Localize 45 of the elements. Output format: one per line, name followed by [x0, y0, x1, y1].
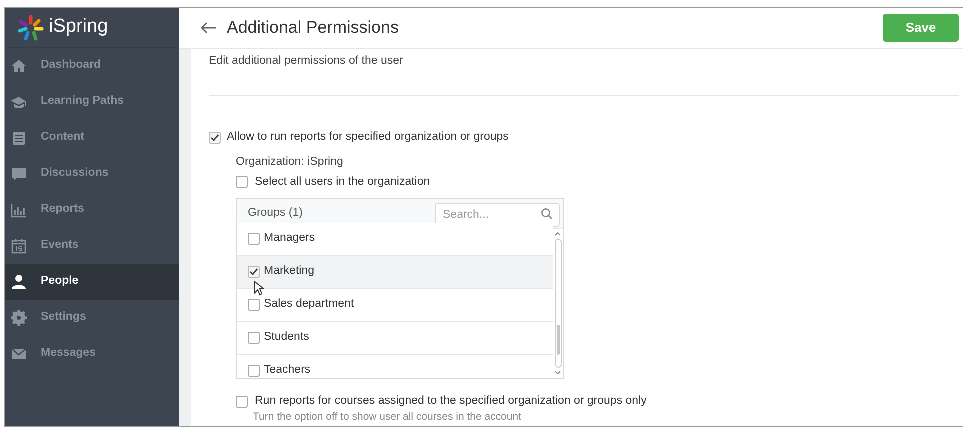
checkbox[interactable] — [236, 176, 248, 188]
chat-icon — [11, 166, 27, 182]
nav-item[interactable]: Messages — [5, 336, 179, 372]
nav-item[interactable]: People — [5, 264, 179, 300]
group-row[interactable]: Marketing — [237, 256, 553, 289]
back-arrow-icon[interactable] — [201, 22, 217, 34]
bar-chart-icon — [11, 202, 27, 218]
checkbox-label: Select all users in the organization — [255, 174, 430, 190]
checkbox-label: Run reports for courses assigned to the specified organization or groups only — [255, 394, 647, 409]
checkbox[interactable] — [209, 132, 221, 144]
group-row[interactable]: Managers — [237, 223, 553, 256]
scroll-down-icon[interactable] — [555, 371, 561, 375]
groups-title: Groups (1) — [248, 206, 304, 221]
checkbox[interactable] — [248, 365, 260, 377]
scroll-up-icon[interactable] — [555, 232, 561, 236]
nav-item[interactable]: Discussions — [5, 156, 179, 192]
search-icon — [541, 208, 553, 220]
checkbox-label: Allow to run reports for specified organization or groups — [227, 130, 509, 146]
settings-icon — [11, 310, 27, 326]
scrollbar[interactable] — [554, 239, 562, 368]
cursor-icon — [254, 281, 264, 296]
logo-icon — [17, 14, 45, 42]
checkbox[interactable] — [248, 266, 260, 278]
checkbox[interactable] — [236, 396, 248, 408]
nav-item[interactable]: Content — [5, 120, 179, 156]
nav-item[interactable]: Reports — [5, 192, 179, 228]
graduation-cap-icon — [11, 94, 27, 110]
calendar-icon — [11, 238, 27, 254]
nav-item[interactable]: Settings — [5, 300, 179, 336]
description-text: Edit additional permissions of the user — [209, 54, 404, 69]
hint-text: Turn the option off to show user all courses in the account — [253, 410, 522, 424]
checkbox[interactable] — [248, 233, 260, 245]
logo-text: iSpring — [49, 15, 108, 40]
nav-item[interactable]: Dashboard — [5, 48, 179, 84]
checkbox[interactable] — [248, 332, 260, 344]
nav-item[interactable]: Events — [5, 228, 179, 264]
document-icon — [11, 130, 27, 146]
person-icon — [11, 274, 27, 290]
home-icon — [11, 58, 27, 74]
envelope-icon — [11, 346, 27, 362]
nav-item[interactable]: Learning Paths — [5, 84, 179, 120]
checkbox[interactable] — [248, 299, 260, 311]
organization-label: Organization: iSpring — [236, 154, 344, 170]
page-title: Additional Permissions — [227, 17, 400, 40]
save-button[interactable]: Save — [883, 14, 959, 42]
